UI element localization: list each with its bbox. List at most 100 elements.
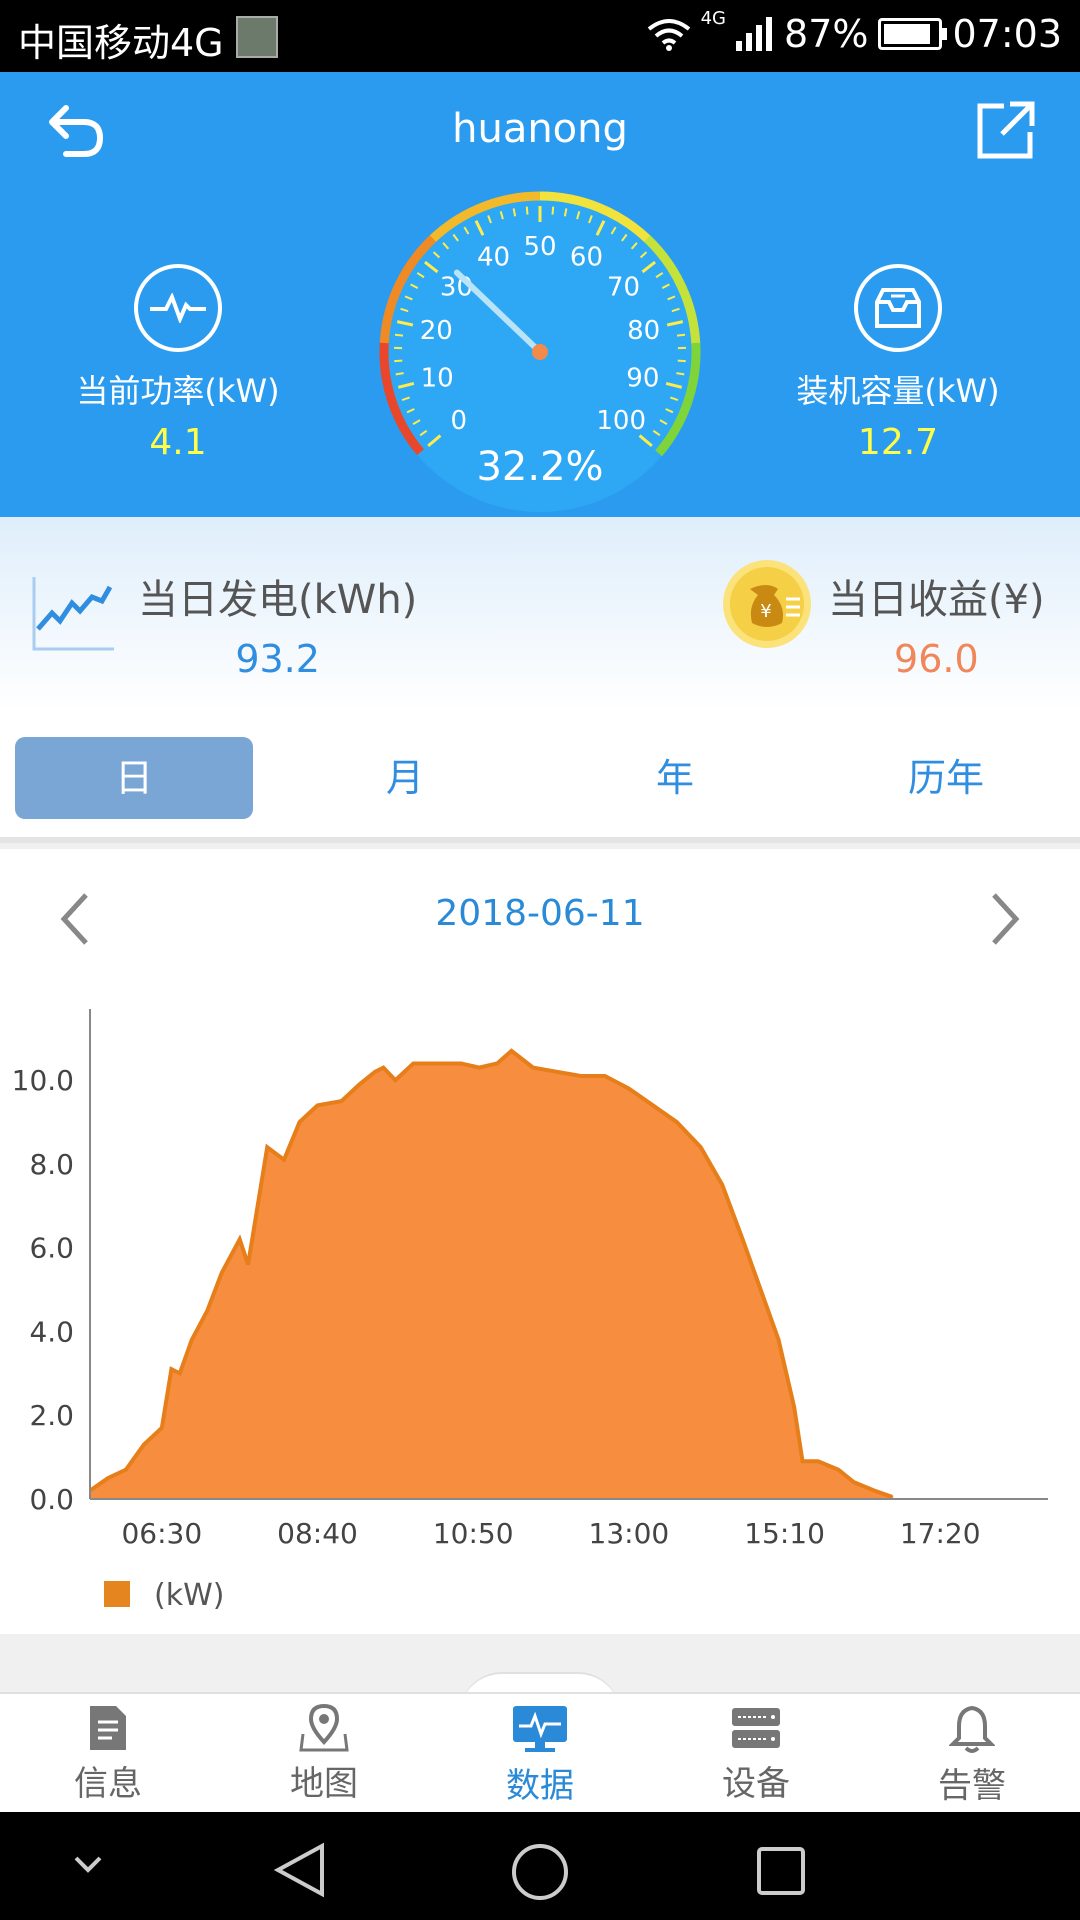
nav-map-label: 地图 xyxy=(290,1764,358,1804)
chart-panel: 2018-06-11 0.0 2.0 4.0 6.0 8.0 10.0 06:30 08:40… xyxy=(0,849,1080,1634)
notification-thumbnail-icon xyxy=(236,16,278,58)
carrier-label: 中国移动4G xyxy=(18,21,224,65)
power-point xyxy=(106,1477,109,1480)
wifi-icon xyxy=(647,19,690,51)
tab-all-years[interactable]: 历年 xyxy=(827,737,1065,819)
power-point xyxy=(801,1460,804,1463)
current-power-stat: 当前功率(kW) 4.1 xyxy=(48,264,308,463)
x-tick-label: 06:30 xyxy=(121,1517,202,1550)
network-type: 4G xyxy=(700,7,727,29)
power-point xyxy=(777,1338,780,1341)
power-point xyxy=(627,1087,630,1090)
power-point xyxy=(206,1309,209,1312)
tab-month[interactable]: 月 xyxy=(286,737,524,819)
power-point xyxy=(873,1489,876,1492)
date-navigator: 2018-06-11 xyxy=(0,893,1080,953)
chevron-down-icon[interactable] xyxy=(74,1856,102,1874)
gauge-tick xyxy=(677,359,686,363)
power-point xyxy=(651,1104,654,1107)
power-point xyxy=(793,1405,796,1408)
power-point xyxy=(282,1158,285,1161)
daily-income: 当日收益(¥) 96.0 xyxy=(828,567,1045,681)
nav-map[interactable]: 地图 xyxy=(216,1704,432,1805)
tab-year[interactable]: 年 xyxy=(556,737,794,819)
home-circle-icon[interactable] xyxy=(510,1842,570,1902)
nav-info-label: 信息 xyxy=(74,1764,142,1804)
power-area-chart: 0.0 2.0 4.0 6.0 8.0 10.0 06:30 08:40 10:50 13:00 1… xyxy=(12,1009,1048,1613)
power-point xyxy=(238,1238,241,1241)
power-point xyxy=(298,1121,301,1124)
daily-generation-label: 当日发电(kWh) xyxy=(138,577,418,623)
gauge-tick xyxy=(551,206,555,215)
power-point xyxy=(374,1070,377,1073)
battery-percent: 87% xyxy=(784,12,869,56)
power-point xyxy=(675,1121,678,1124)
power-point xyxy=(496,1062,499,1065)
system-nav-bar xyxy=(0,1812,1080,1920)
nav-data-label: 数据 xyxy=(506,1766,574,1806)
current-power-value: 4.1 xyxy=(149,422,207,463)
battery-icon xyxy=(878,18,948,50)
gauge-tick-label: 70 xyxy=(607,273,640,303)
gauge-tick xyxy=(512,208,517,217)
gauge-tick xyxy=(676,333,686,337)
power-point xyxy=(741,1238,744,1241)
gauge-tick-label: 20 xyxy=(420,316,453,346)
recents-square-icon[interactable] xyxy=(756,1846,806,1896)
period-tabs: 日 月 年 历年 xyxy=(0,713,1080,843)
gauge-tick-label: 100 xyxy=(596,406,646,436)
power-point xyxy=(853,1481,856,1484)
bottom-nav: 信息 地图 数据 设备 告警 xyxy=(0,1692,1080,1814)
power-point xyxy=(532,1066,535,1069)
money-bag-icon: ¥ xyxy=(723,560,811,648)
gauge-tick xyxy=(563,208,568,217)
nav-alarm[interactable]: 告警 xyxy=(864,1704,1080,1807)
legend-label: (kW) xyxy=(154,1578,224,1613)
gauge-tick-label: 50 xyxy=(523,232,556,262)
gauge-hub xyxy=(532,344,548,360)
power-area xyxy=(90,1050,893,1499)
power-point xyxy=(394,1079,397,1082)
share-icon[interactable] xyxy=(974,100,1036,162)
daily-generation-value: 93.2 xyxy=(235,637,320,681)
power-point xyxy=(160,1426,163,1429)
power-point xyxy=(510,1049,513,1052)
y-tick-label: 6.0 xyxy=(29,1232,74,1265)
nav-data[interactable]: 数据 xyxy=(432,1704,648,1807)
gauge-tick xyxy=(525,206,529,215)
y-tick-label: 8.0 xyxy=(29,1148,74,1181)
installed-capacity-value: 12.7 xyxy=(857,422,939,463)
chevron-right-icon[interactable] xyxy=(988,891,1022,947)
power-point xyxy=(220,1271,223,1274)
nav-device[interactable]: 设备 xyxy=(648,1704,864,1805)
tab-day[interactable]: 日 xyxy=(15,737,253,819)
power-point xyxy=(266,1146,269,1149)
back-triangle-icon[interactable] xyxy=(274,1842,326,1898)
power-point xyxy=(178,1372,181,1375)
y-tick-label: 10.0 xyxy=(12,1064,74,1097)
selected-date[interactable]: 2018-06-11 xyxy=(0,893,1080,934)
page-title: huanong xyxy=(452,106,628,152)
power-point xyxy=(556,1070,559,1073)
gauge-tick-label: 40 xyxy=(477,243,510,273)
nav-device-label: 设备 xyxy=(722,1764,790,1804)
power-point xyxy=(142,1443,145,1446)
legend-swatch xyxy=(104,1581,130,1607)
x-tick-label: 17:20 xyxy=(900,1517,981,1550)
power-point xyxy=(817,1460,820,1463)
x-tick-label: 15:10 xyxy=(744,1517,825,1550)
bell-icon xyxy=(949,1705,995,1753)
nav-info[interactable]: 信息 xyxy=(0,1704,216,1805)
gauge-tick-label: 10 xyxy=(421,364,454,394)
power-point xyxy=(316,1104,319,1107)
installed-capacity-stat: 装机容量(kW) 12.7 xyxy=(768,264,1028,463)
power-point xyxy=(721,1183,724,1186)
power-point xyxy=(256,1204,259,1207)
installed-capacity-label: 装机容量(kW) xyxy=(796,372,1000,410)
svg-text:¥: ¥ xyxy=(760,601,771,622)
map-pin-icon xyxy=(299,1704,349,1752)
gauge-tick-label: 0 xyxy=(451,406,468,436)
power-point xyxy=(891,1495,894,1498)
x-tick-label: 10:50 xyxy=(433,1517,514,1550)
power-point xyxy=(358,1083,361,1086)
